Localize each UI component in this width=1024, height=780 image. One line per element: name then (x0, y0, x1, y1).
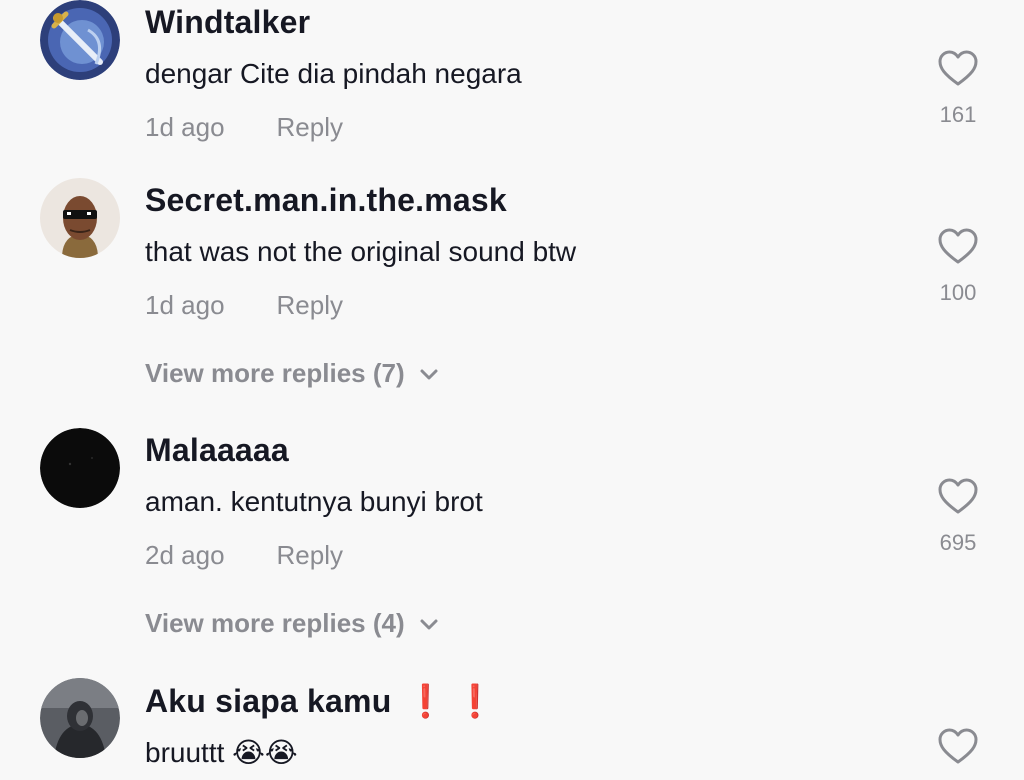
heart-icon (938, 228, 978, 264)
dark-avatar-icon (40, 428, 120, 508)
exclamation-emoji: ❗❗ (405, 683, 506, 719)
comment-meta: 1d ago Reply (145, 290, 343, 321)
reply-button[interactable]: Reply (277, 112, 343, 142)
heart-icon (938, 478, 978, 514)
heart-icon (938, 728, 978, 764)
hooded-person-avatar-icon (40, 678, 120, 758)
view-more-replies-button[interactable]: View more replies (7) (145, 358, 439, 389)
comment-text: bruuttt 😭😭 (145, 737, 298, 768)
comment-text: dengar Cite dia pindah negara (145, 58, 522, 89)
username-text: Aku siapa kamu (145, 683, 392, 719)
comment-meta: 1d ago Reply (145, 112, 343, 143)
masked-face-avatar-icon (40, 178, 120, 258)
sword-avatar-icon (40, 0, 120, 80)
like-count: 695 (939, 530, 977, 555)
reply-button[interactable]: Reply (277, 290, 343, 320)
avatar[interactable] (40, 178, 120, 258)
comment-text: aman. kentutnya bunyi brot (145, 486, 483, 517)
like-button[interactable] (938, 728, 978, 766)
timestamp: 1d ago (145, 290, 225, 320)
heart-icon (938, 50, 978, 86)
view-more-label: View more replies (7) (145, 358, 405, 388)
comment-list: Windtalker dengar Cite dia pindah negara… (0, 0, 1024, 780)
chevron-down-icon (420, 369, 438, 380)
avatar[interactable] (40, 0, 120, 80)
timestamp: 2d ago (145, 540, 225, 570)
avatar[interactable] (40, 678, 120, 758)
like-button[interactable] (938, 50, 978, 88)
username[interactable]: Secret.man.in.the.mask (145, 182, 507, 219)
view-more-label: View more replies (4) (145, 608, 405, 638)
comment-text: that was not the original sound btw (145, 236, 577, 267)
username[interactable]: Windtalker (145, 4, 310, 41)
reply-button[interactable]: Reply (277, 540, 343, 570)
chevron-down-icon (420, 619, 438, 630)
like-button[interactable] (938, 228, 978, 266)
like-button[interactable] (938, 478, 978, 516)
like-count: 161 (939, 102, 977, 127)
like-count: 100 (939, 280, 977, 305)
comment-meta: 2d ago Reply (145, 540, 343, 571)
username[interactable]: Aku siapa kamu ❗❗ (145, 682, 505, 720)
timestamp: 1d ago (145, 112, 225, 142)
avatar[interactable] (40, 428, 120, 508)
view-more-replies-button[interactable]: View more replies (4) (145, 608, 439, 639)
username[interactable]: Malaaaaa (145, 432, 289, 469)
